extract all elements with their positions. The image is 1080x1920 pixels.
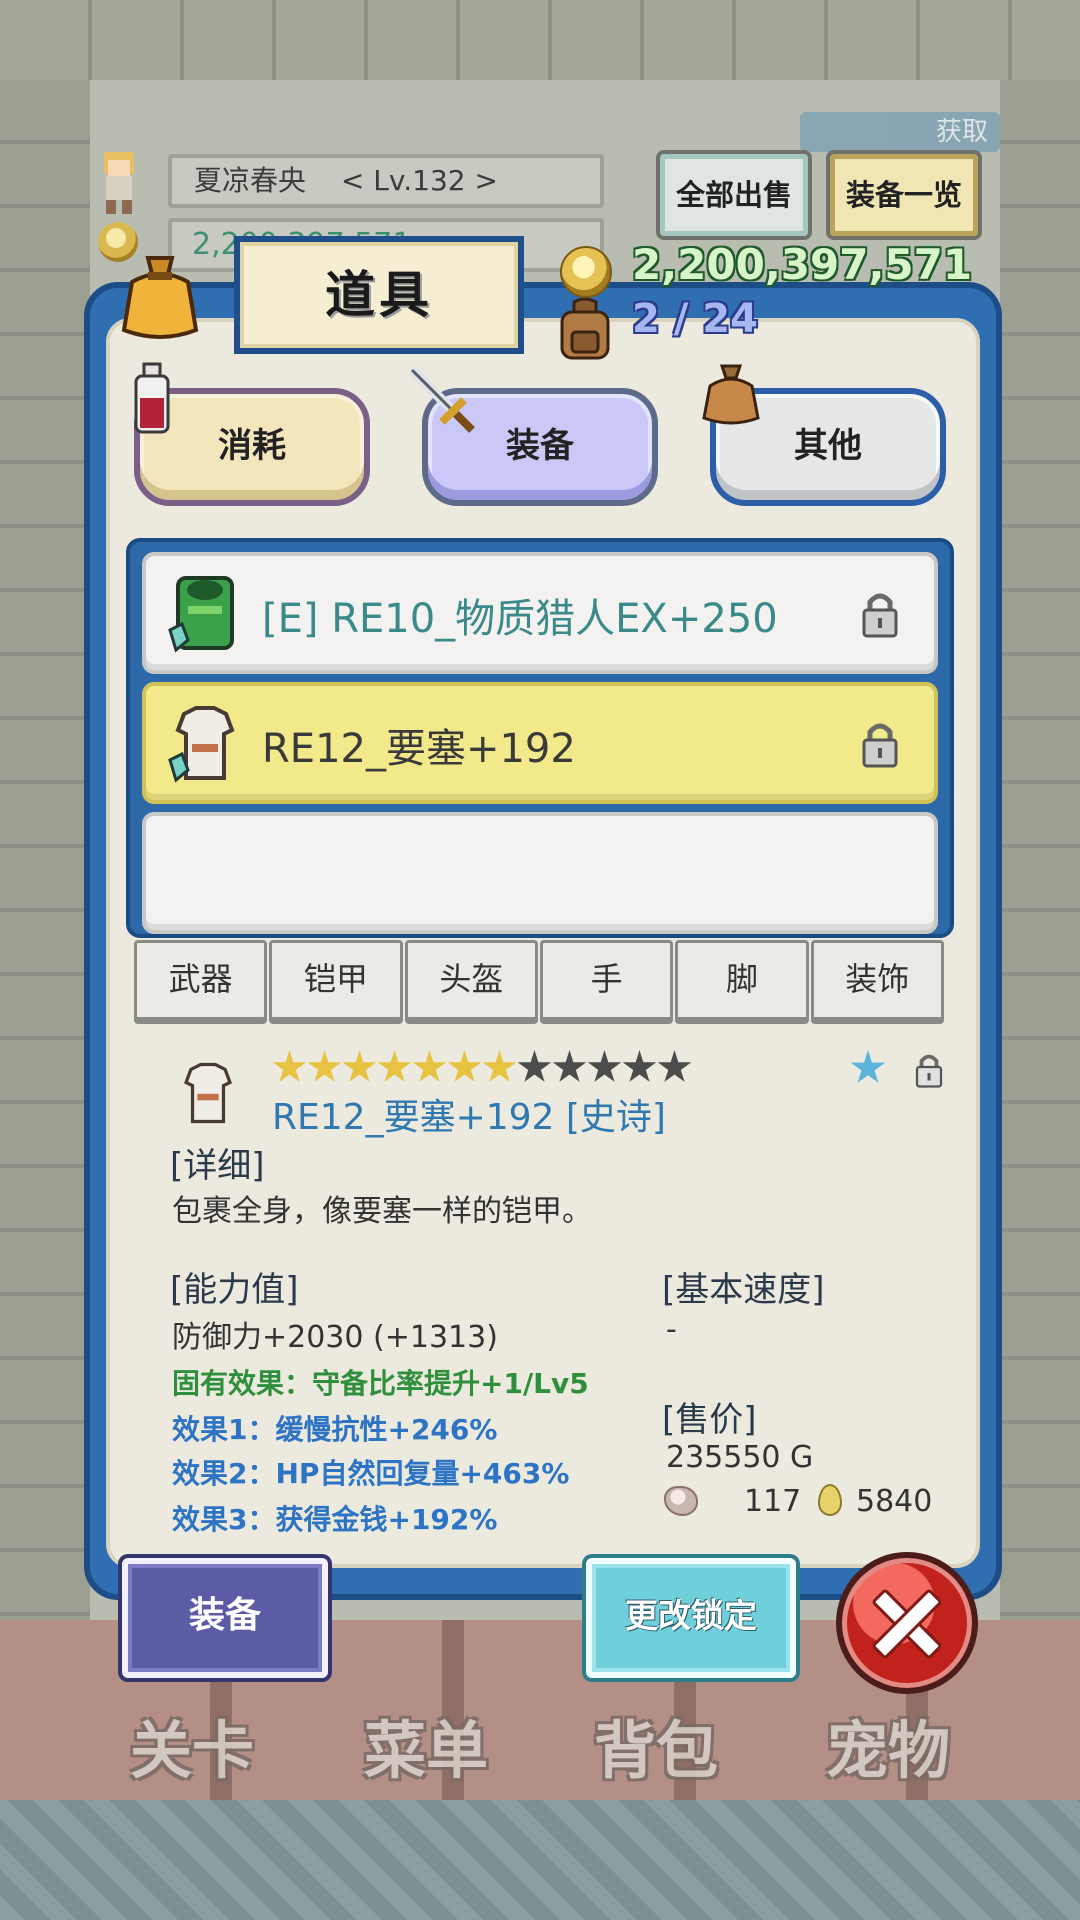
green-armor-icon xyxy=(168,576,234,653)
star-filled-icon xyxy=(307,1050,342,1082)
detail-heading: [详细] xyxy=(170,1146,265,1186)
bag-capacity: 2 / 24 xyxy=(632,296,758,342)
slot-tab-armor[interactable]: 铠甲 xyxy=(269,940,403,1024)
nav-bag[interactable]: 背包 xyxy=(594,1700,718,1790)
star-empty-icon xyxy=(587,1050,622,1082)
equip-button[interactable]: 装备 xyxy=(122,1558,328,1678)
speed-value: - xyxy=(666,1312,677,1347)
player-level: < Lv.132 > xyxy=(340,164,498,197)
lock-icon[interactable] xyxy=(914,1052,944,1088)
sell-price: 235550 G xyxy=(666,1440,814,1475)
item-name: [E] RE10_物质猎人EX+250 xyxy=(262,596,778,642)
slot-tab-accessory[interactable]: 装饰 xyxy=(810,940,944,1024)
lock-icon[interactable] xyxy=(860,590,900,638)
star-empty-icon xyxy=(622,1050,657,1082)
star-empty-icon xyxy=(517,1050,552,1082)
star-filled-icon xyxy=(447,1050,482,1082)
lock-icon[interactable] xyxy=(860,720,900,768)
backpack-icon xyxy=(560,298,610,360)
white-armor-icon xyxy=(183,1062,233,1124)
hero-avatar-icon xyxy=(104,152,134,214)
star-filled-icon xyxy=(377,1050,412,1082)
nav-stage[interactable]: 关卡 xyxy=(130,1700,254,1790)
equipment-slot-tabs: 武器 铠甲 头盔 手 脚 装饰 xyxy=(134,940,946,1026)
star-empty-icon xyxy=(552,1050,587,1082)
star-filled-icon xyxy=(342,1050,377,1082)
player-info-bar: 夏凉春央 < Lv.132 > xyxy=(168,154,604,208)
modal-title-plate: 道具 xyxy=(234,236,524,354)
star-empty-icon xyxy=(657,1050,692,1082)
white-armor-icon xyxy=(168,706,235,783)
speed-heading: [基本速度] xyxy=(662,1270,825,1310)
pouch-icon xyxy=(702,364,760,425)
slot-tab-foot[interactable]: 脚 xyxy=(675,940,809,1024)
acquire-tag[interactable]: 获取 xyxy=(800,112,1000,152)
nav-pet[interactable]: 宠物 xyxy=(826,1700,950,1790)
equipment-list-button[interactable]: 装备一览 xyxy=(826,150,982,240)
ore-count: 117 xyxy=(744,1484,802,1519)
slot-tab-helmet[interactable]: 头盔 xyxy=(404,940,538,1024)
effect-3: 效果3：获得金钱+192% xyxy=(172,1503,498,1536)
player-name: 夏凉春央 xyxy=(194,164,307,197)
item-name: RE12_要塞+192 xyxy=(262,726,576,772)
ore-icon xyxy=(664,1486,698,1516)
list-item-empty xyxy=(142,812,938,934)
rarity-stars xyxy=(272,1050,692,1086)
inherent-effect: 固有效果：守备比率提升+1/Lv5 xyxy=(172,1367,589,1400)
item-list: [E] RE10_物质猎人EX+250 RE12_要塞+192 xyxy=(126,538,954,938)
close-button[interactable] xyxy=(836,1552,978,1694)
sword-icon xyxy=(408,366,475,433)
item-description: 包裹全身，像要塞一样的铠甲。 xyxy=(172,1194,592,1229)
price-heading: [售价] xyxy=(662,1400,757,1440)
item-detail-name: RE12_要塞+192 [史诗] xyxy=(272,1097,666,1138)
potion-icon xyxy=(134,362,170,434)
defense-stat: 防御力+2030 (+1313) xyxy=(172,1320,498,1355)
star-filled-icon xyxy=(482,1050,517,1082)
drop-icon xyxy=(818,1484,842,1516)
gold-coin-icon xyxy=(560,246,612,298)
nav-menu[interactable]: 菜单 xyxy=(364,1700,488,1790)
modal-title: 道具 xyxy=(325,266,433,324)
gold-amount: 2,200,397,571 xyxy=(632,240,973,289)
slot-tab-hand[interactable]: 手 xyxy=(539,940,674,1024)
star-filled-icon xyxy=(412,1050,447,1082)
item-bag-icon xyxy=(121,256,199,339)
slot-tab-weapon[interactable]: 武器 xyxy=(134,940,268,1024)
change-lock-button[interactable]: 更改锁定 xyxy=(586,1558,796,1678)
drop-count: 5840 xyxy=(856,1484,933,1519)
sell-all-button[interactable]: 全部出售 xyxy=(656,150,812,240)
floor-tiles xyxy=(0,1800,1080,1920)
list-item-equipped[interactable]: [E] RE10_物质猎人EX+250 xyxy=(142,552,938,674)
list-item-selected[interactable]: RE12_要塞+192 xyxy=(142,682,938,804)
stats-heading: [能力值] xyxy=(170,1270,299,1310)
star-filled-icon xyxy=(272,1050,307,1082)
effect-1: 效果1：缓慢抗性+246% xyxy=(172,1413,498,1446)
effect-2: 效果2：HP自然回复量+463% xyxy=(172,1457,570,1490)
